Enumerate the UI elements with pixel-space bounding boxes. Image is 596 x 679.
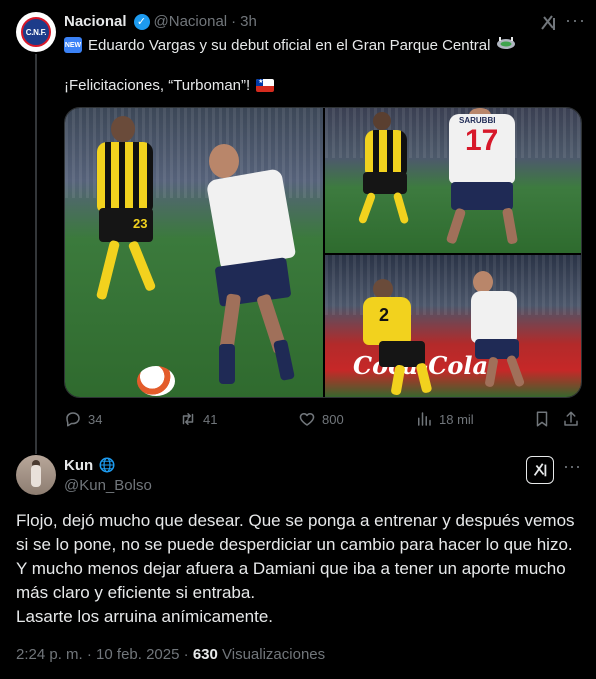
views-chart-icon xyxy=(418,412,431,426)
share-button[interactable] xyxy=(562,410,580,428)
meta-dot: · xyxy=(86,646,92,663)
repost-count: 41 xyxy=(203,411,218,427)
share-icon xyxy=(564,411,578,426)
vargas-player xyxy=(183,144,313,394)
reply-more-options-icon[interactable]: ··· xyxy=(563,457,581,478)
nacional-crest-icon: C.N.F. xyxy=(21,17,51,47)
bookmark-icon xyxy=(536,411,548,427)
nacional-avatar[interactable]: C.N.F. xyxy=(16,12,56,52)
reply-line: si se lo pone, no se puede desperdiciar … xyxy=(16,535,573,554)
action-bar: 34 41 800 18 mil xyxy=(64,410,582,434)
globe-icon xyxy=(99,457,115,473)
stadium-emoji-icon xyxy=(496,35,516,55)
chile-flag-icon: ★ xyxy=(256,79,275,92)
views-count: 18 mil xyxy=(439,411,474,427)
grok-icon[interactable] xyxy=(538,13,558,33)
reply-line: Y mucho menos dejar afuera a Damiani que… xyxy=(16,559,566,578)
reply-icon xyxy=(66,412,80,427)
thread-line xyxy=(35,54,37,454)
opponent-player-2 xyxy=(339,112,419,232)
photo-2[interactable]: SARUBBI 17 xyxy=(325,108,581,253)
reply-handle[interactable]: @Kun_Bolso xyxy=(64,477,152,494)
parent-header: Nacional ✓ @Nacional · 3h xyxy=(64,13,257,30)
tweet-line-1: NEW Eduardo Vargas y su debut oficial en… xyxy=(64,35,516,55)
opponent-number-2: 2 xyxy=(379,305,390,325)
repost-icon xyxy=(182,413,194,425)
opponent-player: 23 xyxy=(89,116,159,326)
tweet-text-1: Eduardo Vargas y su debut oficial en el … xyxy=(88,36,491,54)
meta-dot: · xyxy=(183,646,189,663)
tweet-line-2: ¡Felicitaciones, “Turboman”! ★ xyxy=(64,77,275,94)
vargas-player-3 xyxy=(453,269,553,397)
new-emoji-icon: NEW xyxy=(64,37,82,53)
reply-text: Flojo, dejó mucho que desear. Que se pon… xyxy=(16,509,581,629)
bookmark-button[interactable] xyxy=(533,410,551,428)
grok-icon xyxy=(533,463,547,477)
reply-line: Lasarte los arruina anímicamente. xyxy=(16,607,274,626)
reply-views-label: Visualizaciones xyxy=(222,646,326,663)
reply-name-row: Kun xyxy=(64,456,116,474)
like-button[interactable]: 800 xyxy=(298,410,344,428)
reply-meta: 2:24 p. m. · 10 feb. 2025 · 630 Visualiz… xyxy=(16,646,325,663)
like-count: 800 xyxy=(322,411,344,427)
views-button[interactable]: 18 mil xyxy=(415,410,474,428)
verified-badge-icon: ✓ xyxy=(133,13,150,30)
reply-line: Flojo, dejó mucho que desear. Que se pon… xyxy=(16,511,575,530)
parent-handle[interactable]: @Nacional xyxy=(154,13,228,30)
separator-dot: · xyxy=(231,13,237,30)
shirt-number-17: 17 xyxy=(465,124,499,157)
parent-display-name[interactable]: Nacional xyxy=(64,13,127,30)
heart-icon xyxy=(299,413,315,426)
opponent-number-1: 23 xyxy=(133,216,148,231)
reply-display-name[interactable]: Kun xyxy=(64,457,93,474)
tweet-text-2: ¡Felicitaciones, “Turboman”! xyxy=(64,77,251,94)
reply-views-count: 630 xyxy=(192,646,218,663)
kun-avatar[interactable] xyxy=(16,455,56,495)
reply-line: más claro y eficiente si entraba. xyxy=(16,583,256,602)
opponent-player-3: 2 xyxy=(349,275,439,397)
reply-count: 34 xyxy=(88,411,103,427)
repost-button[interactable]: 41 xyxy=(179,410,217,428)
ball-1 xyxy=(137,366,175,396)
parent-time[interactable]: 3h xyxy=(240,13,257,30)
vargas-back: SARUBBI 17 xyxy=(425,108,535,253)
more-options-icon[interactable]: ··· xyxy=(565,11,585,32)
grok-button[interactable] xyxy=(526,456,554,484)
media-grid[interactable]: 23 SARUBBI 17 2 xyxy=(64,107,582,398)
reply-time[interactable]: 2:24 p. m. xyxy=(16,646,83,663)
reply-button[interactable]: 34 xyxy=(64,410,102,428)
photo-3[interactable]: Coca-Cola 2 xyxy=(325,255,581,397)
photo-1[interactable]: 23 xyxy=(65,108,323,397)
reply-date[interactable]: 10 feb. 2025 xyxy=(96,646,179,663)
